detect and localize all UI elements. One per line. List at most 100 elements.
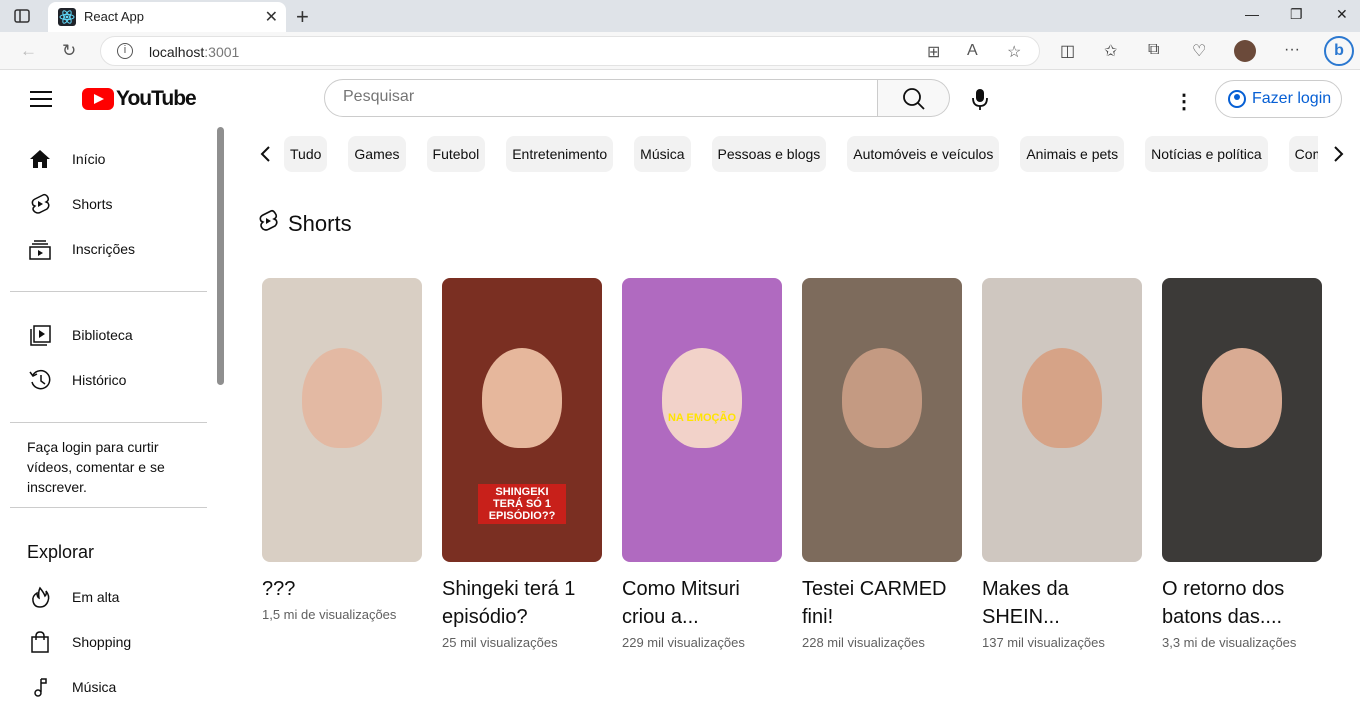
youtube-logo[interactable]: YouTube bbox=[82, 87, 197, 111]
explore-heading: Explorar bbox=[27, 542, 95, 562]
short-title[interactable]: ??? bbox=[262, 575, 422, 603]
short-title-line: fini! bbox=[802, 606, 834, 628]
short-views: 25 mil visualizações bbox=[442, 635, 558, 650]
site-info-icon[interactable]: i bbox=[117, 43, 133, 59]
more-options-icon[interactable]: ⋮ bbox=[1174, 89, 1194, 114]
login-button[interactable]: Fazer login bbox=[1215, 80, 1342, 118]
favorites-icon[interactable]: ✩ bbox=[1104, 41, 1117, 61]
sidebar-item-label: Histórico bbox=[72, 372, 127, 388]
category-chip[interactable]: Games bbox=[348, 136, 406, 172]
sidebar-item-shopping[interactable]: Shopping bbox=[28, 630, 131, 654]
url-text: localhost:3001 bbox=[149, 44, 240, 60]
sidebar-divider bbox=[10, 291, 207, 292]
thumbnail-figure bbox=[1202, 348, 1282, 448]
login-prompt: Faça login para curtir vídeos, comentar … bbox=[27, 439, 165, 495]
menu-icon[interactable] bbox=[30, 91, 52, 107]
back-icon[interactable]: ← bbox=[20, 41, 37, 61]
home-icon bbox=[28, 147, 52, 171]
read-aloud-icon[interactable]: A bbox=[967, 42, 978, 60]
short-card[interactable]: SHINGEKI TERÁ SÓ 1 EPISÓDIO?? Shingeki te… bbox=[442, 278, 602, 650]
chevron-left-icon[interactable] bbox=[258, 145, 272, 169]
search-input[interactable] bbox=[343, 88, 843, 106]
tab-close-icon[interactable]: ✕ bbox=[265, 7, 278, 27]
search-box[interactable] bbox=[324, 79, 878, 117]
category-chip[interactable]: Automóveis e veículos bbox=[847, 136, 1000, 172]
browser-tab[interactable]: React App ✕ bbox=[48, 2, 286, 32]
chevron-right-icon[interactable] bbox=[1332, 145, 1346, 169]
short-card[interactable]: Makes da SHEIN... 137 mil visualizações bbox=[982, 278, 1142, 650]
sidebar-divider bbox=[10, 507, 207, 508]
minimize-icon[interactable]: — bbox=[1245, 6, 1259, 22]
favorite-star-icon[interactable]: ☆ bbox=[1007, 42, 1021, 62]
short-thumbnail[interactable] bbox=[982, 278, 1142, 562]
sidebar-item-biblioteca[interactable]: Biblioteca bbox=[28, 323, 133, 347]
short-card[interactable]: ??? 1,5 mi de visualizações bbox=[262, 278, 422, 622]
sidebar-item-musica[interactable]: Música bbox=[28, 675, 116, 699]
sidebar-item-inscricoes[interactable]: Inscrições bbox=[28, 237, 135, 261]
short-title[interactable]: Testei CARMED fini! bbox=[802, 575, 962, 631]
sidebar-item-label: Shopping bbox=[72, 634, 132, 650]
short-title-line: Como Mitsuri bbox=[622, 578, 740, 600]
account-icon bbox=[1228, 90, 1246, 108]
short-title-line: Shingeki terá 1 bbox=[442, 578, 576, 600]
sidebar-item-shorts[interactable]: Shorts bbox=[28, 192, 112, 216]
refresh-icon[interactable]: ↻ bbox=[62, 41, 76, 61]
thumbnail-figure bbox=[482, 348, 562, 448]
library-icon bbox=[28, 323, 52, 347]
category-chip[interactable]: Pessoas e blogs bbox=[711, 136, 827, 172]
short-views: 229 mil visualizações bbox=[622, 635, 745, 650]
category-chips: Tudo Games Futebol Entretenimento Música Pess… bbox=[284, 136, 1318, 172]
url-field[interactable]: i localhost:3001 ⊞ A ☆ bbox=[100, 36, 1040, 66]
short-title[interactable]: O retorno dos batons das.... bbox=[1162, 575, 1322, 631]
sidebar-scrollbar[interactable] bbox=[217, 127, 224, 385]
thumbnail-caption: NA EMOÇÃO bbox=[667, 412, 737, 424]
profile-avatar[interactable] bbox=[1234, 40, 1256, 62]
short-title[interactable]: Shingeki terá 1 episódio? bbox=[442, 575, 602, 631]
split-screen-icon[interactable]: ◫ bbox=[1060, 41, 1075, 61]
short-thumbnail[interactable]: NA EMOÇÃO bbox=[622, 278, 782, 562]
shorts-icon bbox=[28, 192, 52, 216]
short-thumbnail[interactable] bbox=[262, 278, 422, 562]
thumbnail-figure bbox=[842, 348, 922, 448]
search-button[interactable] bbox=[878, 79, 950, 117]
sidebar-item-label: Inscrições bbox=[72, 241, 136, 257]
short-title[interactable]: Como Mitsuri criou a... bbox=[622, 575, 782, 631]
react-icon bbox=[58, 8, 76, 26]
short-thumbnail[interactable]: SHINGEKI TERÁ SÓ 1 EPISÓDIO?? bbox=[442, 278, 602, 562]
browser-essentials-icon[interactable]: ♡ bbox=[1192, 41, 1206, 61]
browser-address-bar: ← ↻ i localhost:3001 ⊞ A ☆ ◫ ✩ ⧉ ♡ ··· b bbox=[0, 32, 1360, 70]
restore-icon[interactable]: ❐ bbox=[1290, 6, 1303, 23]
sidebar-item-label: Shorts bbox=[72, 196, 113, 212]
category-chip[interactable]: Comédia bbox=[1288, 136, 1318, 172]
new-tab-icon[interactable]: + bbox=[296, 4, 309, 30]
shorts-section-header: Shorts bbox=[258, 209, 352, 238]
app-available-icon[interactable]: ⊞ bbox=[927, 42, 940, 62]
short-title-line: criou a... bbox=[622, 606, 699, 628]
category-chip[interactable]: Música bbox=[634, 136, 691, 172]
category-chip[interactable]: Animais e pets bbox=[1020, 136, 1125, 172]
short-title[interactable]: Makes da SHEIN... bbox=[982, 575, 1142, 631]
sidebar-item-historico[interactable]: Histórico bbox=[28, 368, 126, 392]
short-thumbnail[interactable] bbox=[1162, 278, 1322, 562]
sidebar-item-inicio[interactable]: Início bbox=[28, 147, 105, 171]
category-chip[interactable]: Entretenimento bbox=[506, 136, 614, 172]
short-card[interactable]: Testei CARMED fini! 228 mil visualizações bbox=[802, 278, 962, 650]
sidebar-item-em-alta[interactable]: Em alta bbox=[28, 585, 119, 609]
collections-icon[interactable]: ⧉ bbox=[1148, 41, 1159, 59]
settings-more-icon[interactable]: ··· bbox=[1284, 41, 1300, 59]
sidebar-divider bbox=[10, 422, 207, 423]
category-chip[interactable]: Futebol bbox=[426, 136, 486, 172]
microphone-icon[interactable] bbox=[972, 89, 988, 116]
short-thumbnail[interactable] bbox=[802, 278, 962, 562]
short-card[interactable]: O retorno dos batons das.... 3,3 mi de vis… bbox=[1162, 278, 1322, 650]
short-card[interactable]: NA EMOÇÃO Como Mitsuri criou a... 229 mil v… bbox=[622, 278, 782, 650]
search-icon bbox=[903, 88, 925, 110]
category-chip[interactable]: Notícias e política bbox=[1145, 136, 1268, 172]
copilot-icon[interactable]: b bbox=[1324, 36, 1354, 66]
window-close-icon[interactable]: ✕ bbox=[1336, 6, 1348, 23]
subscriptions-icon bbox=[28, 237, 52, 261]
tab-actions-icon[interactable] bbox=[14, 8, 30, 24]
category-chip[interactable]: Tudo bbox=[284, 136, 328, 172]
thumbnail-figure bbox=[1022, 348, 1102, 448]
sidebar: Início Shorts Inscrições Biblioteca Hist… bbox=[0, 127, 220, 720]
